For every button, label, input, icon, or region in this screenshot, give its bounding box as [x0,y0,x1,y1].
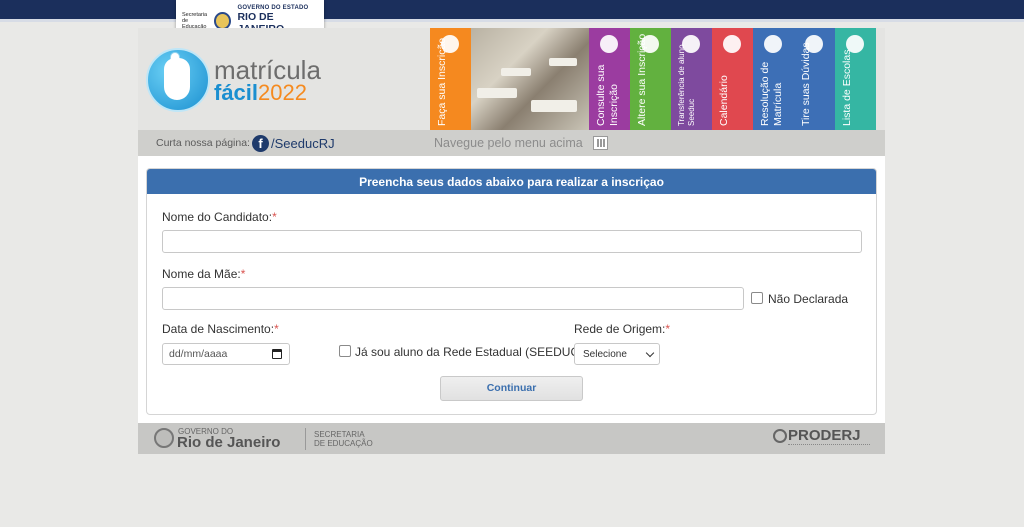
brand-line-2: fácil2022 [214,80,307,106]
top-bar-stripe [0,19,1024,22]
footer-divider [305,428,306,450]
nome-mae-text: Nome da Mãe: [162,267,241,281]
photo-desk [531,100,577,112]
footer-secretaria-line2: DE EDUCAÇÃO [314,439,373,448]
form-header: Preencha seus dados abaixo para realizar… [147,169,876,194]
brand-year: 2022 [258,80,307,105]
menu-item-label: Calendário [718,75,730,126]
menu-item-altere-inscricao[interactable]: Altere sua Inscrição [630,28,671,130]
menu-item-label: Transferência de aluno Seeduc [677,44,696,126]
footer-gov-big: Rio de Janeiro [177,434,281,451]
nome-mae-input[interactable] [162,287,744,310]
data-nascimento-text: Data de Nascimento: [162,322,275,336]
nome-candidato-label: Nome do Candidato:* [162,210,277,224]
data-nascimento-input[interactable]: dd/mm/aaaa [162,343,290,365]
nome-candidato-text: Nome do Candidato: [162,210,273,224]
rede-origem-value: Selecione [583,349,627,360]
required-mark: * [274,322,279,336]
calendar-picker-icon[interactable] [272,349,282,359]
menu-item-label: Consulte sua Inscrição [595,64,620,126]
nao-declarada-checkbox[interactable] [751,292,763,304]
navegue-hint: Navegue pelo menu acima [434,136,583,150]
rede-origem-select[interactable]: Selecione [574,343,660,365]
chevron-down-icon [645,348,655,358]
required-mark: * [240,267,246,281]
proderj-subtitle-line [788,444,870,449]
nome-candidato-input[interactable] [162,230,862,253]
continuar-button[interactable]: Continuar [440,376,583,401]
menu-bars-icon[interactable] [593,136,608,150]
menu-item-consulte-inscricao[interactable]: Consulte sua Inscrição [589,28,630,130]
facebook-link[interactable]: /SeeducRJ [271,136,335,151]
menu-item-label: Lista de Escolas [841,49,853,126]
curta-label: Curta nossa página: [156,137,250,149]
menu-item-calendario[interactable]: Calendário [712,28,753,130]
photo-desk [501,68,531,76]
facebook-icon[interactable]: f [252,135,269,152]
main-menu: Faça sua Inscrição Consulte sua Inscriçã… [430,28,876,130]
footer-state-seal-icon [154,428,174,448]
rede-origem-text: Rede de Origem: [574,322,666,336]
nome-mae-label: Nome da Mãe:* [162,267,245,281]
menu-item-lista-escolas[interactable]: Lista de Escolas [835,28,876,130]
nao-declarada-label[interactable]: Não Declarada [768,292,848,306]
matricula-facil-hand-icon[interactable] [146,48,210,112]
proderj-seal-icon [773,429,787,443]
data-nascimento-label: Data de Nascimento:* [162,322,279,336]
menu-item-resolucao-matricula[interactable]: Resolução de Matrícula [753,28,794,130]
menu-item-faca-inscricao[interactable]: Faça sua Inscrição [430,28,471,130]
menu-item-label: Faça sua Inscrição [436,37,448,126]
footer-secretaria-line1: SECRETARIA [314,430,365,439]
menu-item-label: Altere sua Inscrição [636,33,648,126]
proderj-logo: PRODERJ [788,427,861,444]
rede-origem-label: Rede de Origem:* [574,322,670,336]
photo-desk [477,88,517,98]
ja-sou-aluno-label[interactable]: Já sou aluno da Rede Estadual (SEEDUC) [355,345,583,359]
required-mark: * [665,322,671,336]
menu-item-transferencia[interactable]: Transferência de aluno Seeduc [671,28,712,130]
date-placeholder: dd/mm/aaaa [169,348,228,360]
ja-sou-aluno-checkbox[interactable] [339,345,351,357]
menu-item-tire-duvidas[interactable]: Tire suas Dúvidas [794,28,835,130]
photo-desk [549,58,577,66]
brand-facil: fácil [214,80,259,105]
required-mark: * [272,210,277,224]
top-navy-bar [0,0,1024,22]
footer-secretaria: SECRETARIA DE EDUCAÇÃO [314,430,373,448]
menu-item-label: Resolução de Matrícula [759,61,784,126]
hand-shape [164,58,190,100]
menu-item-label: Tire suas Dúvidas [800,42,812,126]
classroom-photo [471,28,589,130]
